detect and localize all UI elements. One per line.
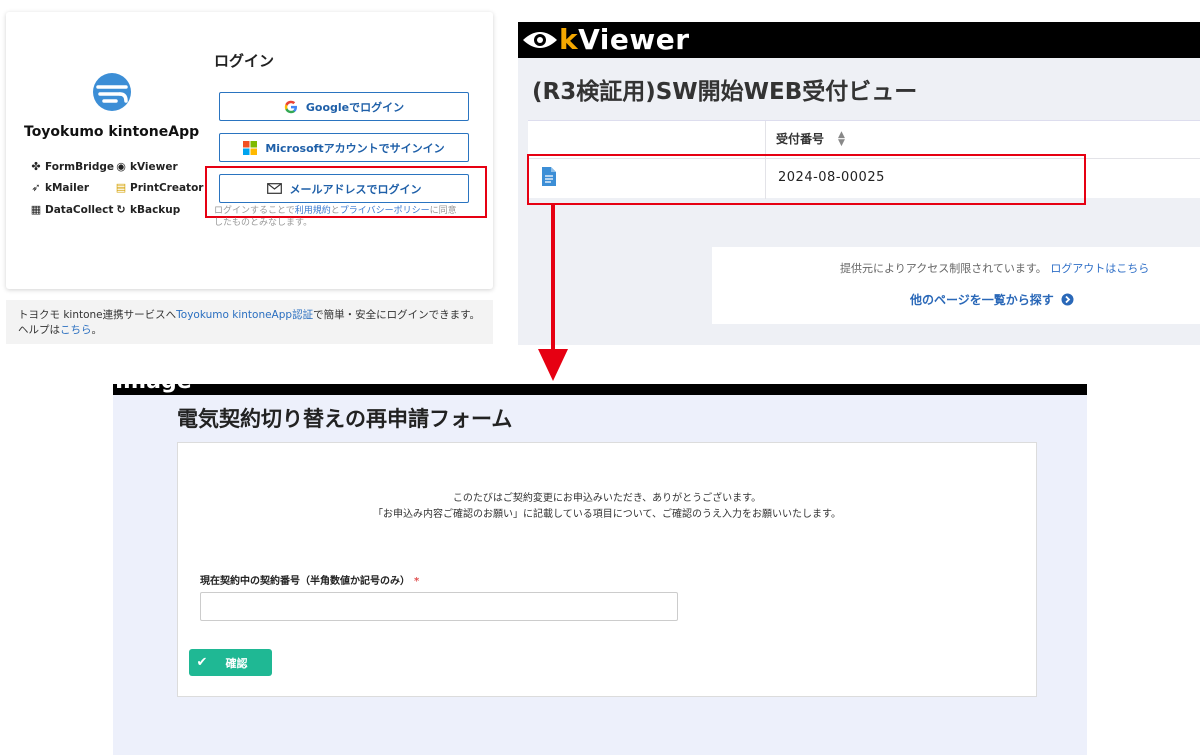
access-info-box bbox=[712, 247, 1200, 324]
form-header-text: Image bbox=[115, 384, 192, 394]
check-icon: ✔ bbox=[196, 655, 208, 670]
form-page-header: Image bbox=[113, 384, 1087, 395]
help-text: ヘルプは bbox=[18, 324, 60, 336]
chevron-circle-right-icon bbox=[1061, 293, 1074, 306]
microsoft-login-button[interactable]: Microsoftアカウントでサインイン bbox=[219, 133, 469, 162]
kintoneapp-auth-link[interactable]: Toyokumo kintoneApp認証 bbox=[176, 309, 313, 321]
app-kviewer: ◉ kViewer bbox=[115, 160, 178, 174]
app-label: FormBridge bbox=[45, 161, 115, 173]
google-login-button[interactable]: Googleでログイン bbox=[219, 92, 469, 121]
help-link[interactable]: こちら bbox=[60, 324, 92, 336]
app-kbackup: ↻ kBackup bbox=[115, 203, 181, 217]
terms-link[interactable]: 利用規約 bbox=[295, 206, 331, 216]
note-text: と bbox=[330, 206, 340, 216]
login-consent-note: ログインすることで利用規約とプライバシーポリシーに同意したものとみなします。 bbox=[214, 205, 464, 229]
required-mark: * bbox=[414, 576, 420, 587]
help-text: 。 bbox=[91, 324, 103, 336]
microsoft-login-label: Microsoftアカウントでサインイン bbox=[265, 141, 445, 155]
datacollect-icon: ▦ bbox=[30, 203, 42, 216]
google-login-label: Googleでログイン bbox=[305, 100, 405, 114]
app-printcreator: ▤ PrintCreator bbox=[115, 181, 204, 195]
flow-arrow bbox=[538, 203, 568, 381]
app-label: DataCollect bbox=[45, 204, 114, 216]
kviewer-icon: ◉ bbox=[116, 160, 126, 173]
formbridge-icon: ✤ bbox=[31, 160, 41, 173]
kviewer-header: kViewer bbox=[518, 22, 1200, 58]
field-label-text: 現在契約中の契約番号（半角数値か記号のみ） bbox=[200, 576, 410, 587]
sort-icon[interactable]: ▲ ▼ bbox=[838, 131, 845, 148]
footer-text: トヨクモ kintone連携サービスへ bbox=[18, 309, 177, 321]
printcreator-icon: ▤ bbox=[115, 181, 127, 194]
app-label: PrintCreator bbox=[130, 182, 204, 194]
kviewer-eye-icon bbox=[523, 32, 557, 48]
brand-name: Toyokumo kintoneApp bbox=[24, 124, 200, 140]
confirm-button[interactable]: ✔ 確認 bbox=[189, 649, 272, 676]
toyokumo-logo-icon bbox=[93, 73, 131, 111]
app-label: kViewer bbox=[130, 161, 178, 173]
kviewer-logo-k: k bbox=[559, 23, 579, 56]
contract-number-input[interactable] bbox=[200, 592, 678, 621]
app-kmailer: ➶ kMailer bbox=[30, 181, 90, 195]
confirm-label: 確認 bbox=[225, 656, 248, 670]
app-label: kBackup bbox=[130, 204, 181, 216]
kbackup-icon: ↻ bbox=[116, 203, 126, 216]
kviewer-logo-rest: Viewer bbox=[578, 23, 690, 56]
note-text: ログインすることで bbox=[214, 206, 295, 216]
form-intro-line-2: 「お申込み内容ご確認のお願い」に記載している項目について、ご確認のうえ入力をお願… bbox=[373, 509, 841, 520]
microsoft-icon bbox=[243, 140, 258, 155]
app-formbridge: ✤ FormBridge bbox=[30, 160, 115, 174]
app-label: kMailer bbox=[45, 182, 90, 194]
kviewer-view-title: (R3検証用)SW開始WEB受付ビュー bbox=[532, 79, 918, 105]
access-restriction-message: 提供元によりアクセス制限されています。 ログアウトはこちら bbox=[840, 260, 1149, 276]
form-card bbox=[177, 442, 1037, 697]
kviewer-logo: kViewer bbox=[559, 24, 690, 56]
kmailer-icon: ➶ bbox=[31, 181, 41, 194]
footer-text: で簡単・安全にログインできます。 bbox=[313, 309, 481, 321]
column-header-receipt-number[interactable]: 受付番号 bbox=[776, 130, 824, 147]
access-msg-text: 提供元によりアクセス制限されています。 bbox=[840, 262, 1047, 275]
google-icon bbox=[284, 100, 297, 113]
login-title: ログイン bbox=[214, 52, 275, 70]
form-intro-line-1: このたびはご契約変更にお申込みいただき、ありがとうございます。 bbox=[452, 493, 762, 504]
form-title: 電気契約切り替えの再申請フォーム bbox=[177, 407, 513, 431]
other-pages-link[interactable]: 他のページを一覧から探す bbox=[910, 291, 1074, 308]
highlight-box-record-row bbox=[527, 154, 1086, 205]
login-footer: トヨクモ kintone連携サービスへToyokumo kintoneApp認証… bbox=[6, 300, 493, 344]
logout-link[interactable]: ログアウトはこちら bbox=[1050, 262, 1149, 275]
privacy-link[interactable]: プライバシーポリシー bbox=[340, 206, 430, 216]
app-datacollect: ▦ DataCollect bbox=[30, 203, 114, 217]
contract-number-label: 現在契約中の契約番号（半角数値か記号のみ） * bbox=[200, 572, 419, 587]
other-pages-label: 他のページを一覧から探す bbox=[910, 293, 1054, 307]
